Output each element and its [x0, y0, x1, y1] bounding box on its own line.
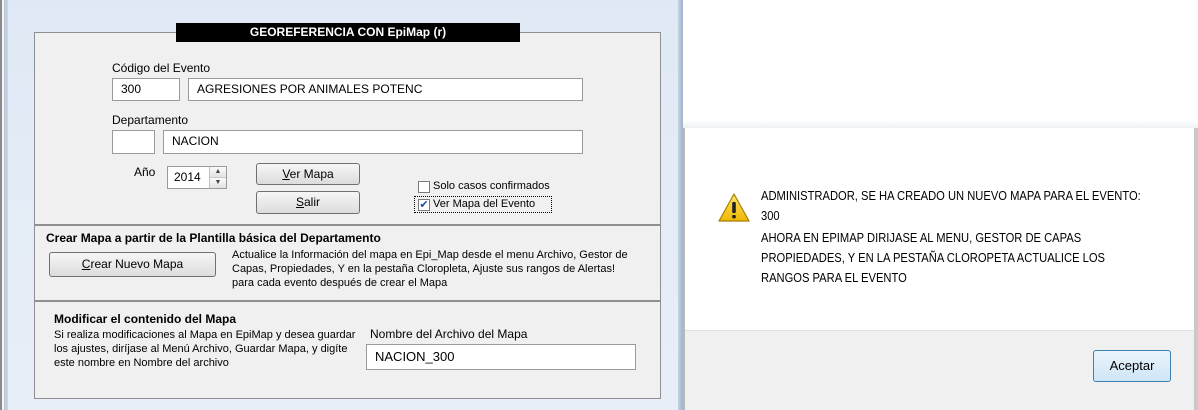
anio-spinner-buttons[interactable]: ▲ ▼ — [209, 167, 226, 188]
spinner-down-icon[interactable]: ▼ — [210, 178, 226, 188]
nombre-archivo-label: Nombre del Archivo del Mapa — [370, 327, 528, 341]
departamento-label: Departamento — [112, 113, 189, 127]
window-left-border — [0, 0, 8, 410]
georeferencia-window: GEOREFERENCIA CON EpiMap (r) Código del … — [0, 0, 683, 410]
dialog-right-border — [1194, 128, 1198, 410]
modificar-mapa-title: Modificar el contenido del Mapa — [54, 312, 237, 326]
ver-mapa-evento-label: Ver Mapa del Evento — [433, 198, 536, 210]
ver-mapa-mnemonic: V — [282, 167, 290, 181]
salir-label: alir — [304, 195, 321, 209]
anio-value: 2014 — [174, 170, 201, 184]
dialog-message-area: ADMINISTRADOR, SE HA CREADO UN NUEVO MAP… — [685, 130, 1195, 330]
crear-mapa-title: Crear Mapa a partir de la Plantilla bási… — [46, 231, 381, 245]
dialog-message-line-2: 300 — [761, 208, 780, 223]
solo-casos-label: Solo casos confirmados — [433, 180, 550, 192]
nombre-archivo-input[interactable]: NACION_300 — [366, 344, 636, 370]
evento-nombre-field[interactable]: AGRESIONES POR ANIMALES POTENC — [188, 78, 583, 101]
codigo-evento-input[interactable]: 300 — [112, 78, 180, 101]
anio-label: Año — [134, 165, 156, 179]
codigo-evento-label: Código del Evento — [112, 61, 211, 75]
modificar-mapa-instructions: Si realiza modificaciones al Mapa en Epi… — [54, 329, 356, 369]
dialog-message-line-1: ADMINISTRADOR, SE HA CREADO UN NUEVO MAP… — [761, 188, 1141, 203]
dialog-message-line-5: RANGOS PARA EL EVENTO — [761, 270, 907, 285]
solo-casos-checkbox[interactable] — [418, 181, 430, 193]
departamento-codigo-input[interactable] — [112, 130, 155, 154]
ver-mapa-label: er Mapa — [289, 167, 334, 181]
aceptar-button[interactable]: Aceptar — [1093, 350, 1171, 382]
ver-mapa-evento-checkbox[interactable]: ✔ — [418, 199, 430, 211]
dialog-message-line-4: PROPIEDADES, Y EN LA PESTAÑA CLOROPETA A… — [761, 250, 1106, 265]
departamento-nombre-field[interactable]: NACION — [163, 130, 583, 154]
crear-label: rear Nuevo Mapa — [90, 257, 184, 271]
warning-icon — [718, 193, 750, 222]
salir-mnemonic: S — [295, 195, 304, 209]
crear-mapa-instructions: Actualice la Información del mapa en Epi… — [232, 249, 628, 289]
salir-button[interactable]: Salir — [256, 191, 360, 214]
window-title: GEOREFERENCIA CON EpiMap (r) — [176, 23, 520, 42]
message-dialog: ADMINISTRADOR, SE HA CREADO UN NUEVO MAP… — [683, 128, 1198, 410]
ver-mapa-button[interactable]: Ver Mapa — [256, 163, 360, 185]
crear-nuevo-mapa-button[interactable]: Crear Nuevo Mapa — [49, 252, 216, 277]
dialog-message-line-3: AHORA EN EPIMAP DIRIJASE AL MENU, GESTOR… — [761, 230, 1082, 245]
spinner-up-icon[interactable]: ▲ — [210, 167, 226, 178]
